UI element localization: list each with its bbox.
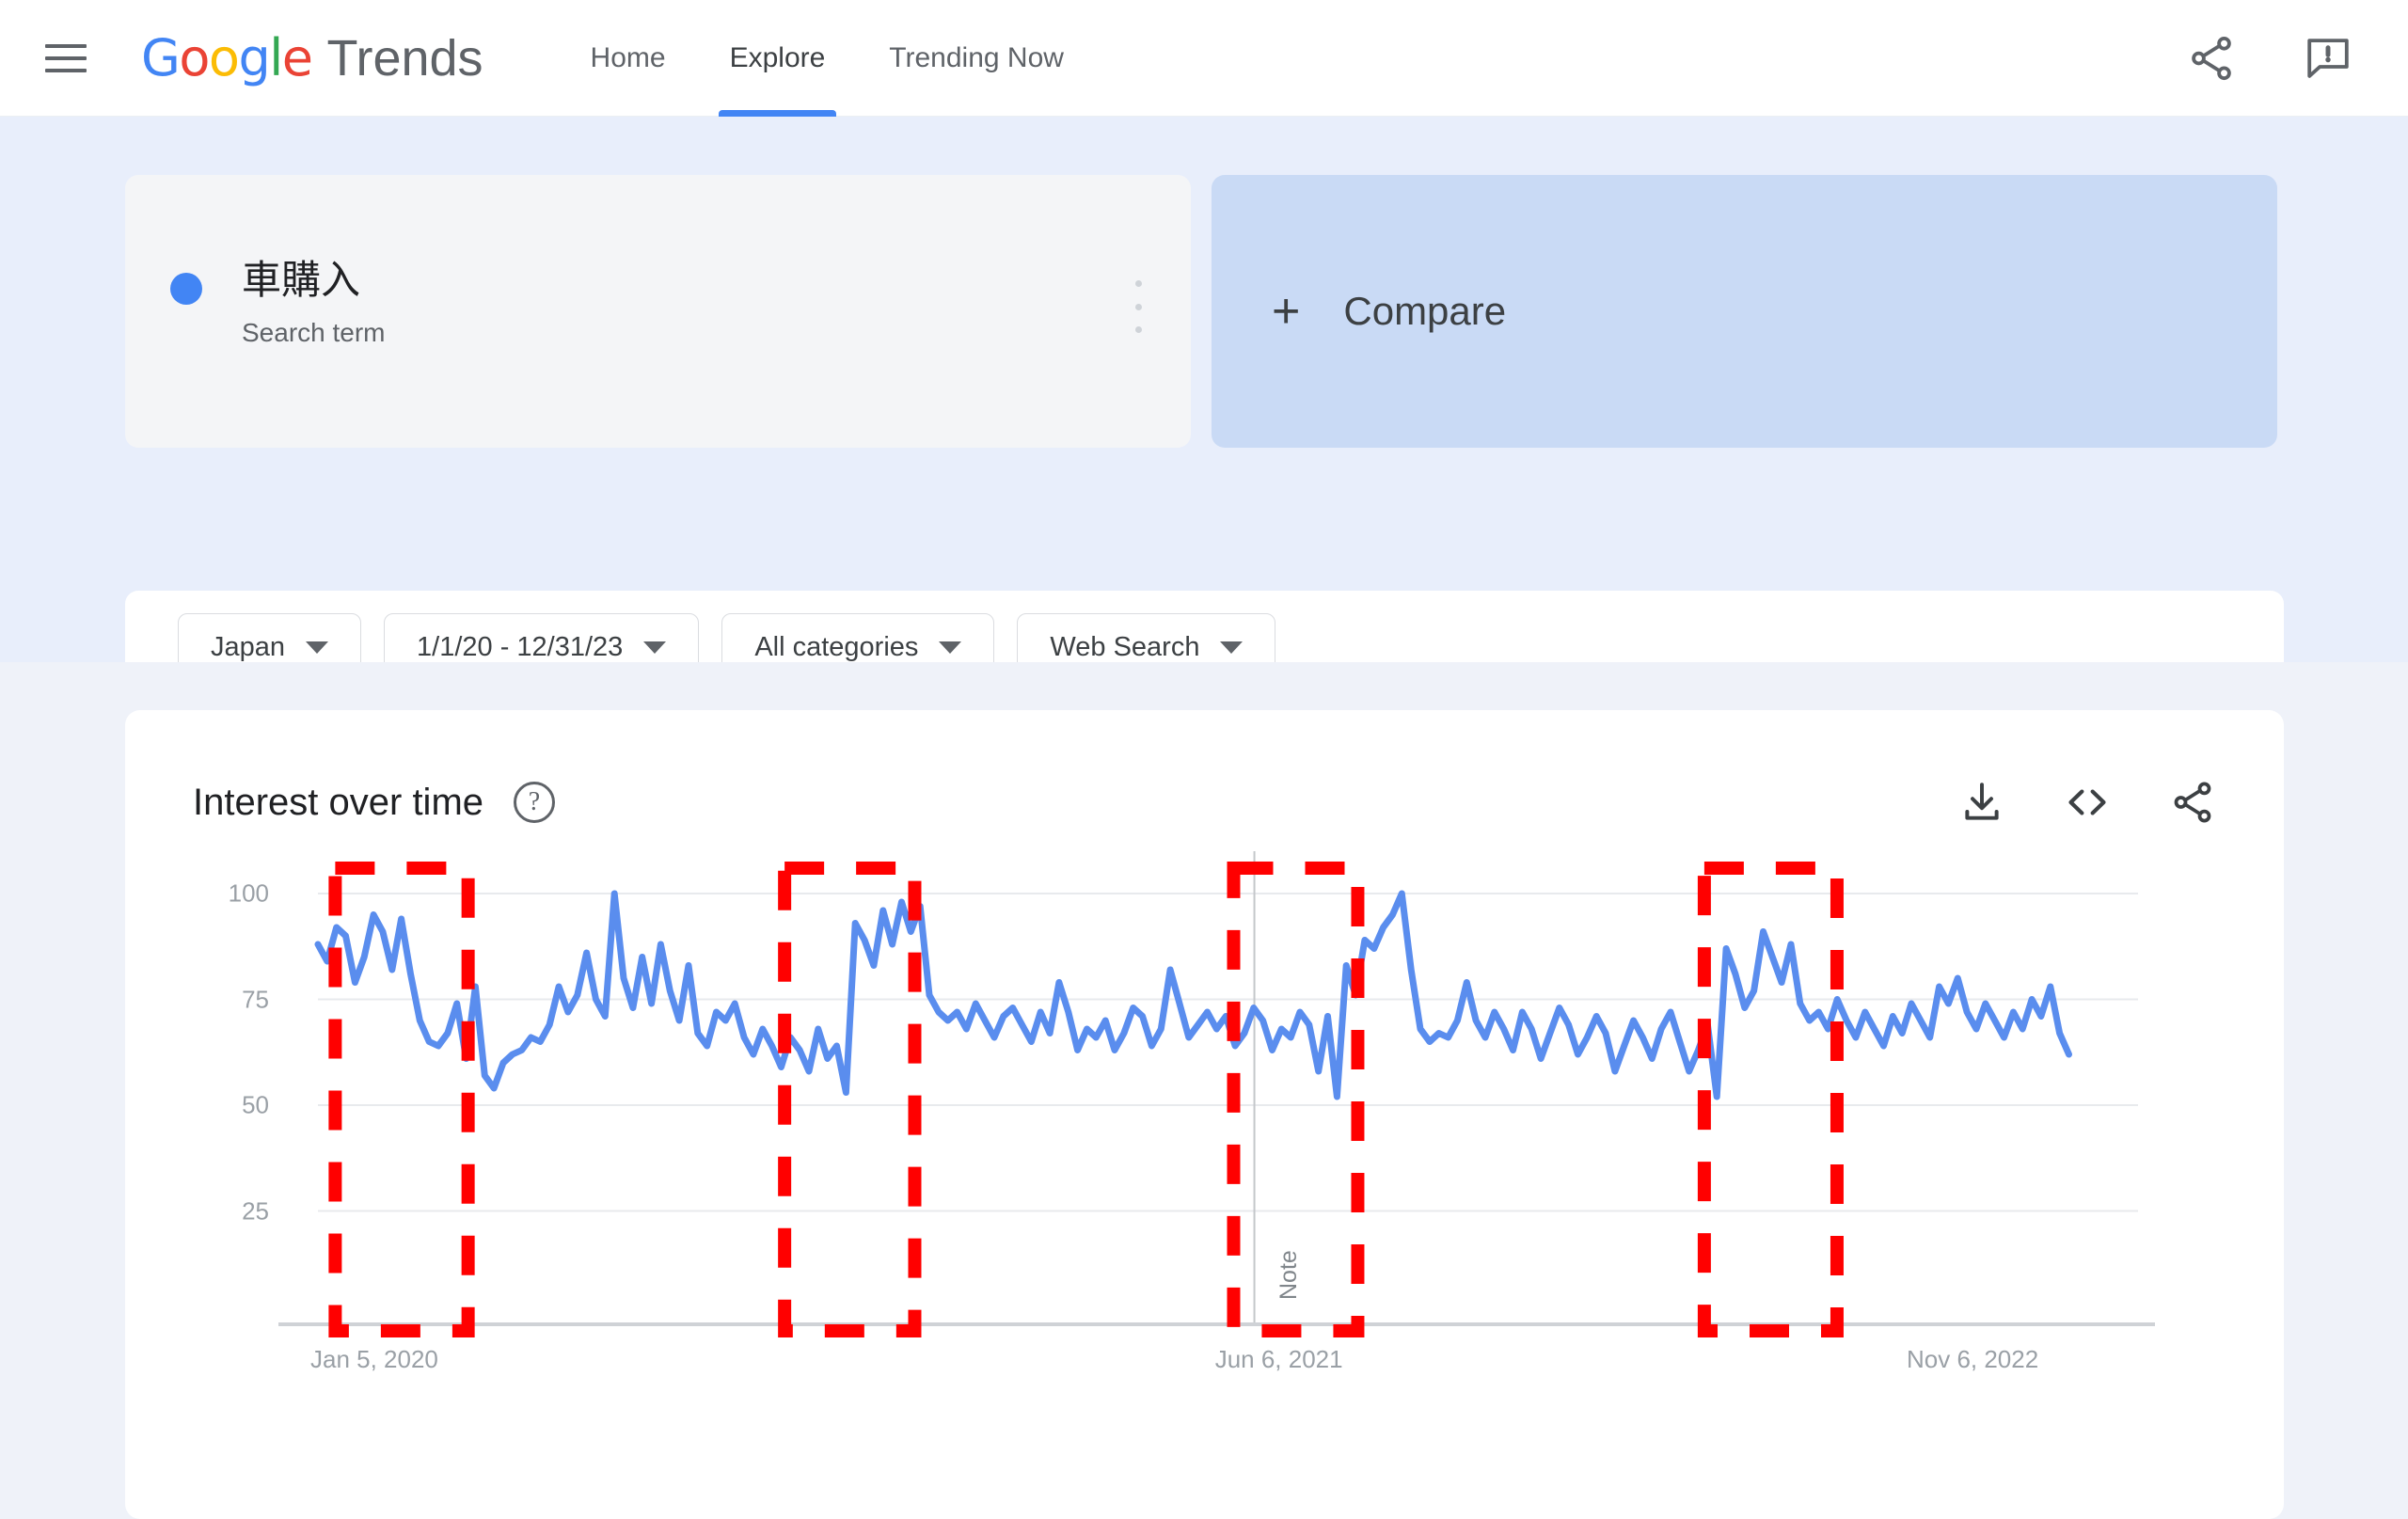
location-filter-value: Japan [211, 631, 286, 662]
highlight-box-4 [1697, 862, 1844, 1337]
header-actions [2186, 33, 2353, 84]
page-body: Interest over time ? 25 50 75 100 Jan 5,… [0, 662, 2408, 1519]
share-icon[interactable] [2169, 779, 2216, 826]
plus-icon: + [1272, 284, 1301, 339]
note-annotation-label[interactable]: Note [1275, 1250, 1303, 1300]
series-line [314, 890, 2072, 1100]
chart-toolbar [1958, 779, 2216, 826]
query-band: 車購入 Search term + Compare Japan 1/1/20 -… [0, 117, 2408, 704]
share-icon[interactable] [2186, 33, 2237, 84]
search-term-value: 車購入 [242, 257, 361, 303]
nav-item-home[interactable]: Home [559, 0, 698, 117]
x-axis-tick-label: Jan 5, 2020 [310, 1345, 438, 1373]
nav-item-explore[interactable]: Explore [698, 0, 858, 117]
query-row: 車購入 Search term + Compare [125, 175, 2284, 448]
nav-label: Home [590, 41, 666, 73]
chart-header: Interest over time ? [193, 769, 2216, 835]
time-range-filter-value: 1/1/20 - 12/31/23 [417, 631, 624, 662]
help-icon[interactable]: ? [514, 782, 556, 823]
app-header: Google Trends Home Explore Trending Now [0, 0, 2408, 117]
more-vertical-icon[interactable] [1134, 280, 1142, 333]
chart-plot-area: 25 50 75 100 Jan 5, 2020 Jun 6, 2021 Nov 6, 2… [125, 851, 2284, 1519]
google-wordmark: Google [141, 28, 313, 87]
interest-over-time-chart[interactable] [125, 851, 2284, 1519]
nav-label: Explore [729, 41, 826, 73]
feedback-icon[interactable] [2303, 33, 2353, 84]
category-filter-value: All categories [754, 631, 919, 662]
compare-label: Compare [1343, 289, 1507, 333]
google-trends-logo[interactable]: Google Trends [141, 28, 483, 87]
x-axis-tick-label: Nov 6, 2022 [1906, 1345, 2039, 1373]
search-term-card[interactable]: 車購入 Search term [125, 175, 1191, 448]
y-axis-tick-label: 50 [242, 1090, 269, 1119]
nav-label: Trending Now [889, 41, 1064, 73]
download-icon[interactable] [1958, 779, 2005, 826]
main-nav: Home Explore Trending Now [559, 0, 1096, 117]
y-axis-tick-label: 100 [228, 878, 269, 908]
y-axis-tick-label: 25 [242, 1196, 269, 1225]
interest-over-time-card: Interest over time ? 25 50 75 100 Jan 5,… [125, 710, 2284, 1519]
search-type-filter-value: Web Search [1050, 631, 1200, 662]
series-color-dot [170, 273, 202, 305]
search-term-text: 車購入 Search term [242, 257, 386, 348]
embed-code-icon[interactable] [2064, 779, 2111, 826]
chevron-down-icon [1220, 641, 1244, 654]
page-title: Interest over time [193, 781, 484, 823]
chevron-down-icon [643, 641, 667, 654]
hamburger-bar [45, 68, 87, 72]
y-axis-tick-label: 75 [242, 985, 269, 1013]
dot [1134, 280, 1142, 287]
nav-item-trending-now[interactable]: Trending Now [857, 0, 1096, 117]
dot [1134, 326, 1142, 333]
chevron-down-icon [939, 641, 962, 654]
hamburger-menu-icon[interactable] [40, 32, 92, 85]
hamburger-bar [45, 55, 87, 60]
chevron-down-icon [306, 641, 329, 654]
hamburger-bar [45, 43, 87, 48]
compare-button[interactable]: + Compare [1212, 175, 2277, 448]
dot [1134, 303, 1142, 310]
trends-wordmark: Trends [326, 30, 483, 87]
search-term-type: Search term [242, 318, 386, 348]
x-axis-tick-label: Jun 6, 2021 [1214, 1345, 1343, 1373]
